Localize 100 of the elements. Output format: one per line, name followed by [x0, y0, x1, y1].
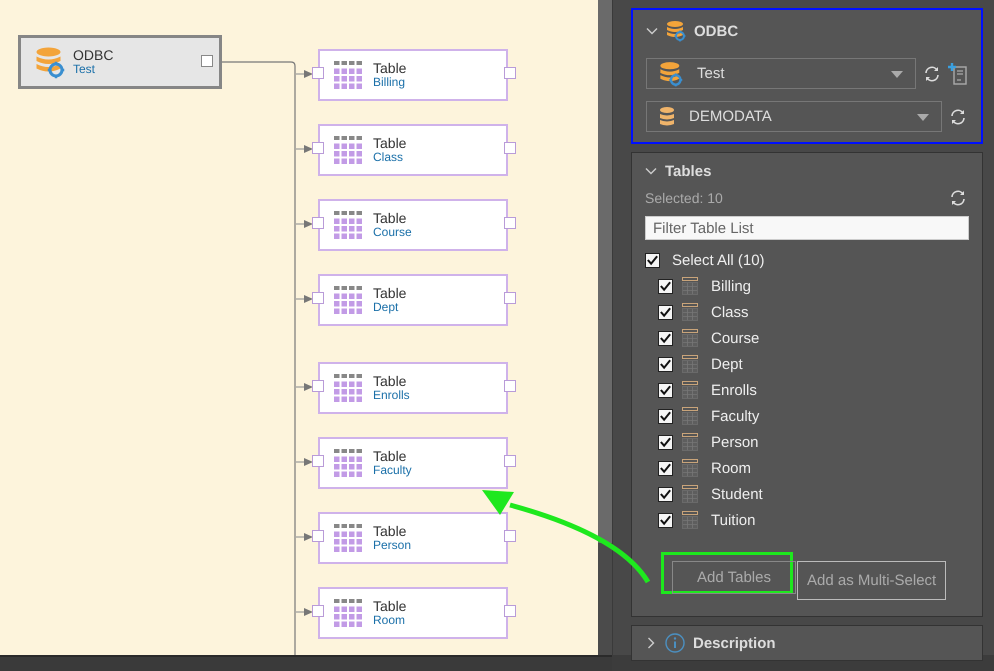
- output-port[interactable]: [504, 605, 516, 617]
- node-subtitle: Person: [373, 539, 412, 552]
- table-grid-icon: [334, 210, 363, 240]
- connector-arrow: [296, 295, 313, 303]
- dropdown-arrow-icon: [891, 71, 903, 78]
- checkbox[interactable]: [645, 252, 660, 268]
- table-name[interactable]: Room: [711, 460, 752, 476]
- table-node[interactable]: Table Person: [318, 512, 508, 564]
- table-grid-icon: [334, 524, 363, 552]
- table-name[interactable]: Class: [711, 304, 749, 320]
- connector-arrow: [296, 383, 313, 391]
- table-grid-icon: [334, 374, 363, 402]
- table-grid-icon: [334, 136, 363, 164]
- node-subtitle: Course: [373, 226, 412, 239]
- database-icon: [666, 20, 686, 42]
- output-port[interactable]: [504, 67, 516, 79]
- source-node[interactable]: ODBC Test: [18, 35, 222, 89]
- select-all-label[interactable]: Select All (10): [672, 252, 765, 268]
- node-title: ODBC: [73, 48, 114, 64]
- table-icon: [682, 355, 698, 373]
- checkbox[interactable]: [658, 304, 673, 320]
- checkbox[interactable]: [658, 278, 673, 294]
- node-title: Table: [373, 449, 408, 464]
- table-icon: [682, 303, 698, 321]
- output-port[interactable]: [504, 142, 516, 154]
- table-icon: [682, 485, 698, 503]
- input-port[interactable]: [312, 530, 324, 542]
- input-port[interactable]: [312, 455, 324, 467]
- section-title: Description: [693, 634, 776, 652]
- table-name[interactable]: Student: [711, 486, 763, 502]
- checkbox[interactable]: [658, 460, 673, 476]
- node-title: Table: [373, 211, 408, 226]
- table-node[interactable]: Table Course: [318, 199, 508, 251]
- table-grid-icon: [334, 286, 363, 314]
- checkbox[interactable]: [658, 486, 673, 502]
- table-name[interactable]: Faculty: [711, 408, 760, 424]
- scrollbar-thumb[interactable]: [598, 0, 612, 543]
- table-node[interactable]: Table Enrolls: [318, 362, 508, 414]
- node-subtitle: Faculty: [373, 464, 412, 477]
- filter-field[interactable]: Filter Table List: [645, 216, 969, 240]
- node-subtitle: Test: [73, 63, 96, 76]
- refresh-icon[interactable]: [923, 64, 941, 82]
- node-title: Table: [373, 524, 408, 540]
- table-name[interactable]: Dept: [711, 356, 743, 372]
- table-node[interactable]: Table Faculty: [318, 437, 508, 489]
- table-icon: [682, 407, 698, 425]
- node-title: Table: [373, 136, 406, 152]
- database-dropdown[interactable]: DEMODATA: [646, 101, 942, 132]
- checkbox[interactable]: [658, 382, 673, 398]
- node-subtitle: Billing: [373, 76, 406, 89]
- table-name[interactable]: Billing: [711, 278, 752, 294]
- table-node[interactable]: Table Dept: [318, 274, 508, 326]
- database-icon: [35, 46, 65, 78]
- table-icon: [682, 277, 698, 295]
- table-node[interactable]: Table Room: [318, 587, 508, 639]
- connection-dropdown[interactable]: Test: [646, 58, 916, 89]
- section-title: ODBC: [694, 22, 738, 40]
- add-connection-icon[interactable]: [948, 62, 968, 84]
- checkbox[interactable]: [658, 330, 673, 346]
- table-name[interactable]: Course: [711, 330, 760, 346]
- node-subtitle: Enrolls: [373, 389, 410, 402]
- table-name[interactable]: Tuition: [711, 512, 756, 528]
- table-grid-icon: [334, 598, 363, 628]
- input-port[interactable]: [312, 142, 324, 154]
- input-port[interactable]: [312, 292, 324, 304]
- node-title: Table: [373, 374, 408, 390]
- output-port[interactable]: [504, 530, 516, 542]
- table-icon: [682, 329, 698, 347]
- input-port[interactable]: [312, 67, 324, 79]
- output-port[interactable]: [504, 217, 516, 229]
- checkbox[interactable]: [658, 408, 673, 424]
- table-icon: [682, 511, 698, 529]
- table-grid-icon: [334, 448, 363, 478]
- table-icon: [682, 381, 698, 399]
- table-icon: [682, 433, 698, 451]
- table-node[interactable]: Table Class: [318, 124, 508, 176]
- checkbox[interactable]: [658, 356, 673, 372]
- input-port[interactable]: [312, 217, 324, 229]
- output-port[interactable]: [504, 380, 516, 392]
- dropdown-arrow-icon: [917, 114, 929, 121]
- table-name[interactable]: Person: [711, 434, 759, 450]
- node-subtitle: Room: [373, 614, 406, 627]
- output-port[interactable]: [201, 55, 213, 67]
- output-port[interactable]: [504, 292, 516, 304]
- output-port[interactable]: [504, 455, 516, 467]
- chevron-down-icon[interactable]: [645, 165, 657, 177]
- refresh-icon[interactable]: [949, 108, 967, 126]
- table-node[interactable]: Table Billing: [318, 49, 508, 101]
- table-name[interactable]: Enrolls: [711, 382, 757, 398]
- connector-arrow: [296, 220, 313, 228]
- info-icon: [665, 633, 685, 653]
- database-icon: [659, 60, 683, 86]
- chevron-down-icon[interactable]: [646, 25, 658, 37]
- checkbox[interactable]: [658, 434, 673, 450]
- checkbox[interactable]: [658, 512, 673, 528]
- chevron-right-icon[interactable]: [645, 637, 657, 649]
- input-port[interactable]: [312, 380, 324, 392]
- section-title: Tables: [665, 162, 712, 180]
- refresh-icon[interactable]: [949, 189, 967, 207]
- input-port[interactable]: [312, 605, 324, 617]
